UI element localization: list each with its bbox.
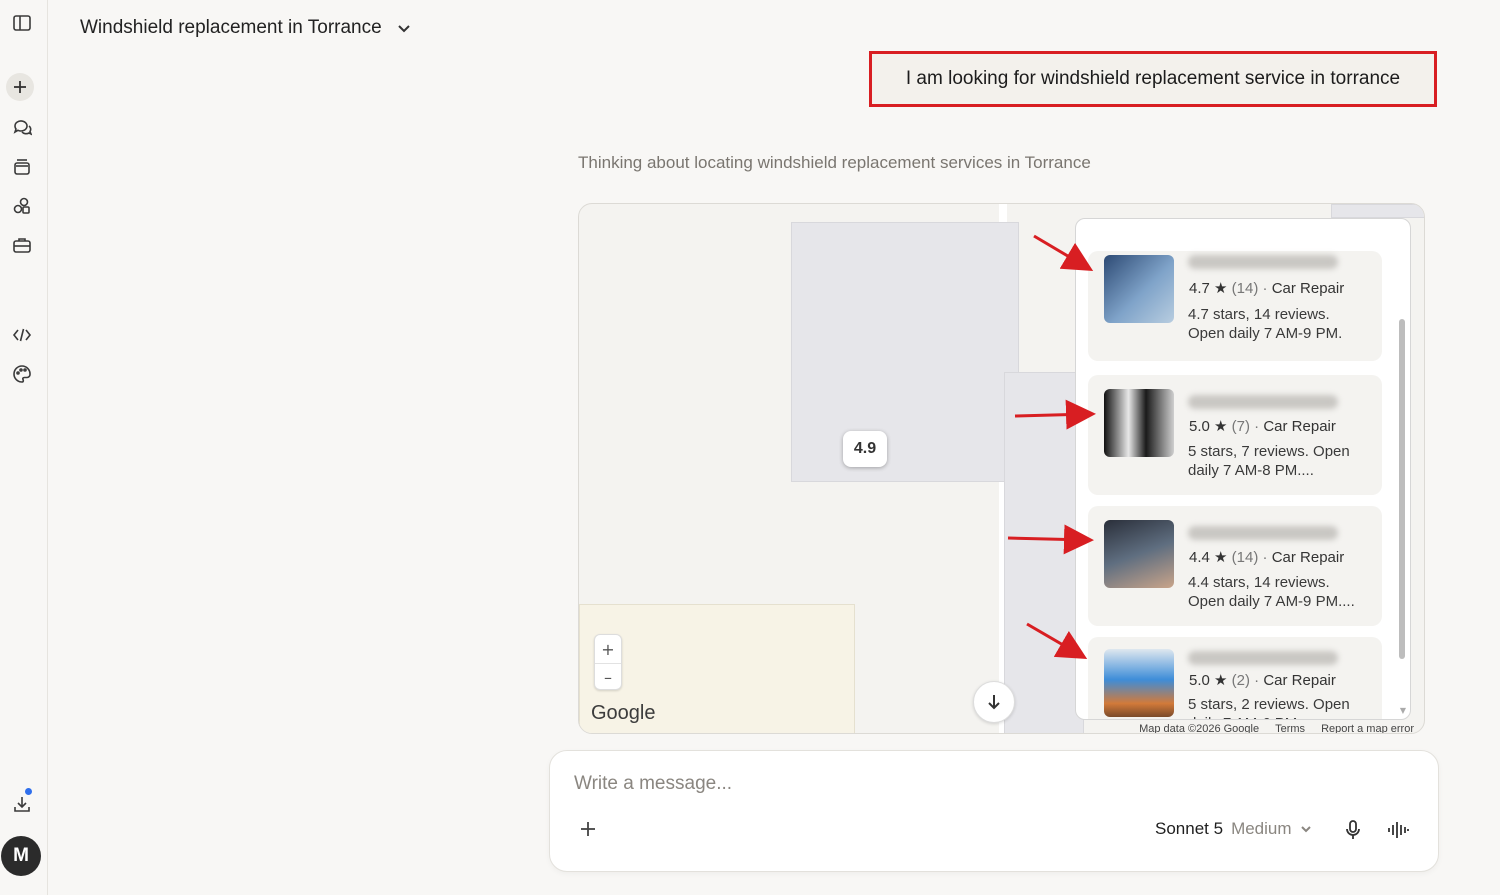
zoom-out-button[interactable]: – bbox=[595, 663, 621, 691]
place-card[interactable]: 5.0 ★ (2) · Car Repair 5 stars, 2 review… bbox=[1088, 637, 1382, 719]
avatar[interactable]: M bbox=[1, 836, 41, 876]
chevron-down-icon bbox=[1300, 826, 1311, 833]
notification-dot bbox=[25, 788, 32, 795]
download-icon[interactable] bbox=[10, 792, 34, 816]
place-card[interactable]: 5.0 ★ (7) · Car Repair 5 stars, 7 review… bbox=[1088, 375, 1382, 495]
place-name-redacted bbox=[1188, 651, 1338, 665]
place-rating-line: 4.4 ★ (14) · Car Repair bbox=[1189, 548, 1344, 566]
place-review-count: (2) bbox=[1231, 672, 1250, 689]
avatar-initial: M bbox=[13, 845, 29, 866]
map-rating-pin[interactable]: 4.9 bbox=[843, 431, 887, 467]
plus-icon bbox=[581, 822, 595, 836]
arrow-down-icon bbox=[988, 695, 1000, 710]
place-rating: 4.7 bbox=[1189, 280, 1210, 297]
place-card[interactable]: 4.4 ★ (14) · Car Repair 4.4 stars, 14 re… bbox=[1088, 506, 1382, 626]
map-attribution: Map data ©2026 Google Terms Report a map… bbox=[1139, 723, 1414, 734]
place-rating-line: 5.0 ★ (2) · Car Repair bbox=[1189, 671, 1336, 689]
new-chat-button[interactable] bbox=[6, 73, 34, 101]
star-icon: ★ bbox=[1214, 672, 1228, 689]
zoom-controls: + – bbox=[594, 634, 622, 690]
place-review-count: (14) bbox=[1231, 280, 1259, 297]
user-message-text: I am looking for windshield replacement … bbox=[905, 68, 1401, 89]
place-rating-line: 5.0 ★ (7) · Car Repair bbox=[1189, 417, 1336, 435]
star-icon: ★ bbox=[1214, 280, 1228, 297]
message-input[interactable] bbox=[574, 773, 1174, 795]
report-map-error-link[interactable]: Report a map error bbox=[1321, 723, 1414, 733]
conversation-title[interactable]: Windshield replacement in Torrance bbox=[80, 16, 412, 40]
tools-icon[interactable] bbox=[10, 233, 34, 257]
place-review-count: (14) bbox=[1231, 549, 1259, 566]
chevron-down-icon bbox=[397, 25, 410, 33]
place-review-count: (7) bbox=[1231, 418, 1250, 435]
scroll-down-arrow-icon[interactable]: ▼ bbox=[1400, 706, 1406, 715]
place-thumbnail bbox=[1104, 255, 1174, 323]
star-icon: ★ bbox=[1214, 549, 1228, 566]
attach-button[interactable] bbox=[578, 819, 598, 839]
separator-dot: · bbox=[1254, 672, 1260, 689]
place-name-redacted bbox=[1188, 255, 1338, 269]
place-rating: 5.0 bbox=[1189, 672, 1210, 689]
thinking-status[interactable]: Thinking about locating windshield repla… bbox=[578, 153, 1091, 173]
page-title: Windshield replacement in Torrance bbox=[80, 17, 382, 38]
sidebar: M bbox=[0, 0, 48, 895]
place-rating-line: 4.7 ★ (14) · Car Repair bbox=[1189, 279, 1344, 297]
place-thumbnail bbox=[1104, 520, 1174, 588]
map-widget[interactable]: 4.9 + – Google Map data ©2026 Google Ter… bbox=[578, 203, 1425, 734]
waveform-icon bbox=[1388, 822, 1409, 838]
place-name-redacted bbox=[1188, 526, 1338, 540]
palette-icon[interactable] bbox=[10, 362, 34, 386]
place-rating: 4.4 bbox=[1189, 549, 1210, 566]
results-scrollbar[interactable] bbox=[1399, 319, 1405, 659]
chats-icon[interactable] bbox=[10, 115, 34, 139]
artifacts-icon[interactable] bbox=[10, 194, 34, 218]
place-thumbnail bbox=[1104, 389, 1174, 457]
voice-mode-button[interactable] bbox=[1386, 818, 1410, 846]
map-building bbox=[791, 222, 1019, 482]
place-card[interactable]: 4.7 ★ (14) · Car Repair 4.7 stars, 14 re… bbox=[1088, 251, 1382, 361]
places-results-panel: 4.7 ★ (14) · Car Repair 4.7 stars, 14 re… bbox=[1075, 218, 1411, 720]
projects-icon[interactable] bbox=[10, 155, 34, 179]
plus-icon bbox=[14, 81, 26, 93]
place-description: 5 stars, 2 reviews. Open daily 7 AM-6 PM… bbox=[1188, 696, 1350, 719]
model-name: Sonnet 5 bbox=[1155, 819, 1224, 838]
user-message: I am looking for windshield replacement … bbox=[869, 51, 1437, 107]
message-composer: Sonnet 5 Medium bbox=[549, 750, 1439, 872]
separator-dot: · bbox=[1254, 418, 1260, 435]
place-category: Car Repair bbox=[1271, 549, 1345, 566]
separator-dot: · bbox=[1262, 280, 1268, 297]
place-category: Car Repair bbox=[1263, 672, 1336, 689]
map-building bbox=[1331, 204, 1424, 218]
scroll-down-button[interactable] bbox=[973, 681, 1015, 723]
place-rating: 5.0 bbox=[1189, 418, 1210, 435]
place-description: 5 stars, 7 reviews. Open daily 7 AM-8 PM… bbox=[1188, 443, 1350, 479]
effort-level: Medium bbox=[1231, 819, 1292, 838]
place-category: Car Repair bbox=[1263, 418, 1336, 435]
google-logo: Google bbox=[591, 702, 656, 724]
place-description: 4.4 stars, 14 reviews. Open daily 7 AM-9… bbox=[1188, 574, 1355, 610]
place-thumbnail bbox=[1104, 649, 1174, 717]
terms-link[interactable]: Terms bbox=[1275, 723, 1305, 733]
star-icon: ★ bbox=[1214, 418, 1228, 435]
zoom-in-button[interactable]: + bbox=[595, 635, 621, 663]
code-icon[interactable] bbox=[10, 323, 34, 347]
sidebar-toggle-icon[interactable] bbox=[10, 11, 34, 35]
separator-dot: · bbox=[1262, 549, 1268, 566]
place-description: 4.7 stars, 14 reviews. Open daily 7 AM-9… bbox=[1188, 306, 1343, 342]
map-data-credit: Map data ©2026 Google bbox=[1139, 723, 1260, 734]
map-building bbox=[1004, 372, 1084, 733]
place-name-redacted bbox=[1188, 395, 1338, 409]
model-selector[interactable]: Sonnet 5 Medium bbox=[1155, 819, 1312, 839]
microphone-icon bbox=[1346, 820, 1360, 839]
place-category: Car Repair bbox=[1271, 280, 1345, 297]
microphone-button[interactable] bbox=[1341, 818, 1365, 846]
